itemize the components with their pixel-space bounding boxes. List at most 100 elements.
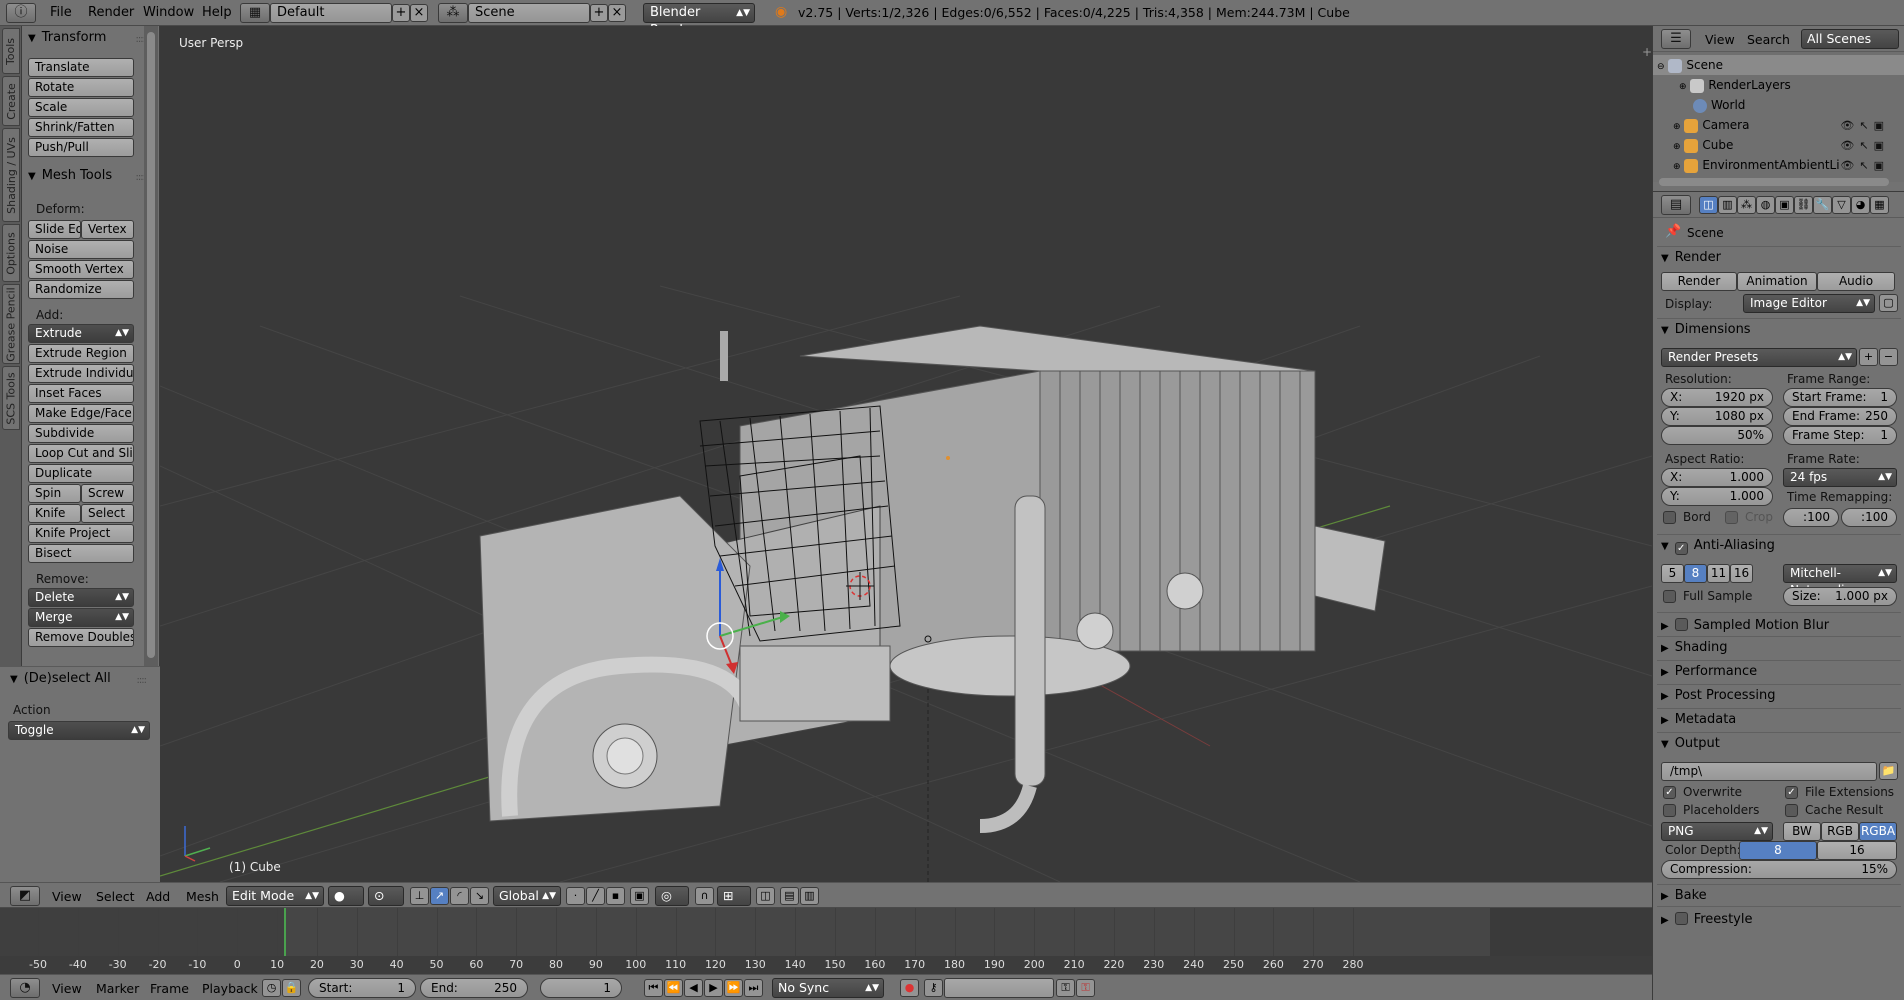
outliner-item-scene[interactable]: ⊖ Scene xyxy=(1657,55,1723,75)
drag-grip-icon[interactable]: :::: xyxy=(137,675,148,686)
add-layout-icon[interactable]: + xyxy=(392,4,410,22)
aa-size-field[interactable]: Size: 1.000 px xyxy=(1783,587,1897,606)
editor-type-icon[interactable]: ☰ xyxy=(1661,29,1691,49)
aspect-y-field[interactable]: Y: 1.000 xyxy=(1661,487,1773,506)
menu-playback[interactable]: Playback xyxy=(202,981,258,996)
render-window-icon[interactable]: ▢ xyxy=(1879,294,1898,312)
menu-select[interactable]: Select xyxy=(96,889,135,904)
world-tab-icon[interactable]: ◍ xyxy=(1756,196,1775,214)
performance-panel-header[interactable]: ▶ Performance xyxy=(1661,664,1757,679)
shrink-fatten-button[interactable]: Shrink/Fatten xyxy=(28,118,134,137)
snap-element-select[interactable]: ⊞ xyxy=(717,886,751,906)
outliner-item-world[interactable]: World xyxy=(1693,95,1745,115)
edge-select-icon[interactable]: ╱ xyxy=(586,887,605,905)
pivot-select[interactable]: ⊙ xyxy=(368,886,404,906)
menu-file[interactable]: File xyxy=(50,5,72,20)
render-engine-select[interactable]: Blender Render ▲▼ xyxy=(643,3,755,38)
jump-keyframe-back-icon[interactable]: ⏪ xyxy=(664,979,683,997)
knife-project-button[interactable]: Knife Project xyxy=(28,524,134,543)
proportional-edit-select[interactable]: ◎ xyxy=(655,886,689,906)
inset-faces-button[interactable]: Inset Faces xyxy=(28,384,134,403)
jump-end-icon[interactable]: ⏭ xyxy=(744,979,763,997)
aa-samples-8[interactable]: 8 xyxy=(1684,564,1707,583)
render-still-icon[interactable]: ▤ xyxy=(780,887,799,905)
subdivide-button[interactable]: Subdivide xyxy=(28,424,134,443)
color-rgba-button[interactable]: RGBA xyxy=(1859,822,1897,841)
slide-edge-button[interactable]: Slide Ed xyxy=(28,220,81,239)
visibility-icons[interactable]: 👁↖▣ xyxy=(1840,119,1889,132)
noise-button[interactable]: Noise xyxy=(28,240,134,259)
opengl-render-icon[interactable]: ◫ xyxy=(756,887,775,905)
time-remap-new-field[interactable]: :100 xyxy=(1841,508,1897,527)
editor-type-icon[interactable]: ◔ xyxy=(10,978,40,998)
time-remap-old-field[interactable]: :100 xyxy=(1783,508,1839,527)
record-icon[interactable]: ● xyxy=(900,979,919,997)
screw-button[interactable]: Screw xyxy=(81,484,134,503)
overwrite-checkbox[interactable]: ✓ xyxy=(1663,786,1676,799)
color-depth-16-button[interactable]: 16 xyxy=(1817,841,1897,860)
animation-button[interactable]: Animation xyxy=(1737,272,1817,291)
delete-keyframe-icon[interactable]: ⚿ xyxy=(1076,979,1095,997)
translate-button[interactable]: Translate xyxy=(28,58,134,77)
menu-frame[interactable]: Frame xyxy=(150,981,189,996)
render-layers-tab-icon[interactable]: ▥ xyxy=(1718,196,1737,214)
tool-shelf-scrollbar[interactable] xyxy=(144,26,158,666)
dimensions-panel-header[interactable]: ▼ Dimensions xyxy=(1661,322,1751,337)
metadata-panel-header[interactable]: ▶ Metadata xyxy=(1661,712,1736,727)
sync-select[interactable]: No Sync ▲▼ xyxy=(772,978,884,998)
object-tab-icon[interactable]: ▣ xyxy=(1775,196,1794,214)
folder-icon[interactable]: 📁 xyxy=(1879,762,1898,780)
aa-samples-11[interactable]: 11 xyxy=(1707,564,1730,583)
render-animation-icon[interactable]: ▥ xyxy=(800,887,819,905)
smooth-vertex-button[interactable]: Smooth Vertex xyxy=(28,260,134,279)
preview-range-icon[interactable]: ◷ xyxy=(262,979,281,997)
outliner-item-light[interactable]: ⊕ EnvironmentAmbientLi xyxy=(1673,155,1840,175)
3d-viewport[interactable]: + User Persp (1) Cube xyxy=(160,26,1652,882)
truck-model[interactable] xyxy=(479,325,1386,833)
keying-set-icon[interactable]: ⚷ xyxy=(924,979,943,997)
scene-field[interactable]: Scene xyxy=(468,3,590,23)
randomize-button[interactable]: Randomize xyxy=(28,280,134,299)
remove-preset-icon[interactable]: − xyxy=(1879,348,1898,366)
extrude-region-button[interactable]: Extrude Region xyxy=(28,344,134,363)
bisect-button[interactable]: Bisect xyxy=(28,544,134,563)
jump-start-icon[interactable]: ⏮ xyxy=(644,979,663,997)
menu-help[interactable]: Help xyxy=(202,5,232,20)
layout-field[interactable]: Default xyxy=(270,3,392,23)
constraints-tab-icon[interactable]: ⛓ xyxy=(1794,196,1813,214)
output-path-field[interactable]: /tmp\ xyxy=(1661,762,1877,781)
insert-keyframe-icon[interactable]: ⚿ xyxy=(1056,979,1075,997)
motion-blur-checkbox[interactable] xyxy=(1674,618,1688,631)
tab-create[interactable]: Create xyxy=(2,76,20,126)
screen-layout-icon[interactable]: ▦ xyxy=(240,3,270,23)
expand-icon[interactable]: + xyxy=(1642,45,1652,59)
make-edge-face-button[interactable]: Make Edge/Face xyxy=(28,404,134,423)
render-tab-icon[interactable]: ◫ xyxy=(1699,196,1718,214)
current-frame-cursor[interactable] xyxy=(284,908,286,956)
data-tab-icon[interactable]: ▽ xyxy=(1832,196,1851,214)
rotate-manipulator-icon[interactable]: ◜ xyxy=(450,887,469,905)
remove-doubles-button[interactable]: Remove Doubles xyxy=(28,628,134,647)
expand-icon[interactable]: ⊕ xyxy=(1673,162,1681,172)
transform-panel-header[interactable]: ▼ Transform xyxy=(28,30,106,45)
lock-range-icon[interactable]: 🔒 xyxy=(282,979,301,997)
post-processing-panel-header[interactable]: ▶ Post Processing xyxy=(1661,688,1775,703)
vertex-slide-button[interactable]: Vertex xyxy=(81,220,134,239)
knife-button[interactable]: Knife xyxy=(28,504,81,523)
scale-manipulator-icon[interactable]: ↘ xyxy=(470,887,489,905)
limit-selection-icon[interactable]: ▣ xyxy=(630,887,649,905)
display-mode-select[interactable]: All Scenes xyxy=(1801,29,1899,49)
aa-samples-16[interactable]: 16 xyxy=(1730,564,1753,583)
resolution-y-field[interactable]: Y: 1080 px xyxy=(1661,407,1773,426)
motion-blur-panel-header[interactable]: ▶ Sampled Motion Blur xyxy=(1661,616,1829,633)
audio-button[interactable]: Audio xyxy=(1817,272,1895,291)
end-frame-field[interactable]: End: 250 xyxy=(420,978,528,998)
merge-select[interactable]: Merge ▲▼ xyxy=(28,608,134,627)
mode-select[interactable]: Edit Mode ▲▼ xyxy=(226,886,324,906)
border-checkbox[interactable] xyxy=(1663,511,1676,524)
freestyle-checkbox[interactable] xyxy=(1674,912,1688,925)
full-sample-checkbox[interactable] xyxy=(1663,590,1676,603)
scrollbar-thumb[interactable] xyxy=(147,32,155,658)
timeline[interactable]: -50 -40 -30 -20 -10 0 10 20 30 40 50 60 70 80 90 100 110… xyxy=(0,908,1652,974)
outliner-tree[interactable]: ⊖ Scene ⊕ RenderLayers World ⊕ Camera ⊕ … xyxy=(1653,52,1904,182)
